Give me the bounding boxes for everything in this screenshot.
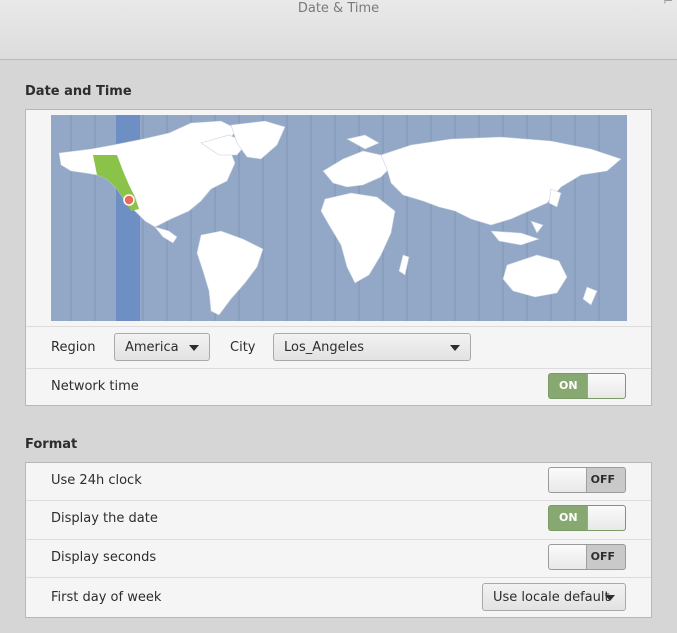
format-frame: Use 24h clock OFF Display the date ON Di… (25, 462, 652, 618)
world-map-graphic (58, 115, 622, 321)
region-dropdown[interactable]: America (114, 333, 210, 361)
title-bar[interactable]: Date & Time ⌐ (0, 0, 677, 60)
display-seconds-switch[interactable]: OFF (548, 544, 626, 570)
network-time-label: Network time (51, 379, 139, 394)
first-day-dropdown[interactable]: Use locale default (482, 583, 626, 611)
display-date-row: Display the date ON (26, 500, 651, 539)
switch-knob[interactable] (549, 468, 587, 492)
switch-state: OFF (590, 473, 615, 486)
first-day-row: First day of week Use locale default (26, 577, 651, 618)
first-day-label: First day of week (51, 590, 162, 605)
first-day-value: Use locale default (493, 590, 610, 605)
city-label: City (230, 340, 256, 355)
switch-knob[interactable] (587, 374, 625, 398)
use-24h-row: Use 24h clock OFF (26, 463, 651, 500)
switch-knob[interactable] (549, 545, 587, 569)
display-date-switch[interactable]: ON (548, 505, 626, 531)
timezone-map[interactable] (51, 115, 627, 321)
switch-state: ON (559, 379, 578, 392)
use-24h-label: Use 24h clock (51, 473, 142, 488)
format-section-title: Format (25, 437, 78, 452)
display-seconds-row: Display seconds OFF (26, 539, 651, 577)
network-time-row: Network time ON (26, 368, 651, 405)
city-dropdown[interactable]: Los_Angeles (273, 333, 471, 361)
chevron-down-icon (189, 345, 199, 351)
location-row: Region America City Los_Angeles (26, 326, 651, 368)
display-seconds-label: Display seconds (51, 550, 157, 565)
chevron-down-icon (450, 345, 460, 351)
window-corner-icon: ⌐ (662, 0, 673, 8)
date-time-frame: Region America City Los_Angeles Network … (25, 109, 652, 406)
chevron-down-icon (605, 595, 615, 601)
location-marker-icon (123, 194, 135, 206)
display-date-label: Display the date (51, 511, 158, 526)
switch-state: OFF (590, 550, 615, 563)
window-title: Date & Time (297, 1, 380, 16)
switch-state: ON (559, 511, 578, 524)
switch-knob[interactable] (587, 506, 625, 530)
city-value: Los_Angeles (284, 340, 365, 355)
network-time-switch[interactable]: ON (548, 373, 626, 399)
use-24h-switch[interactable]: OFF (548, 467, 626, 493)
region-label: Region (51, 340, 96, 355)
date-time-section-title: Date and Time (25, 84, 132, 99)
region-value: America (125, 340, 179, 355)
